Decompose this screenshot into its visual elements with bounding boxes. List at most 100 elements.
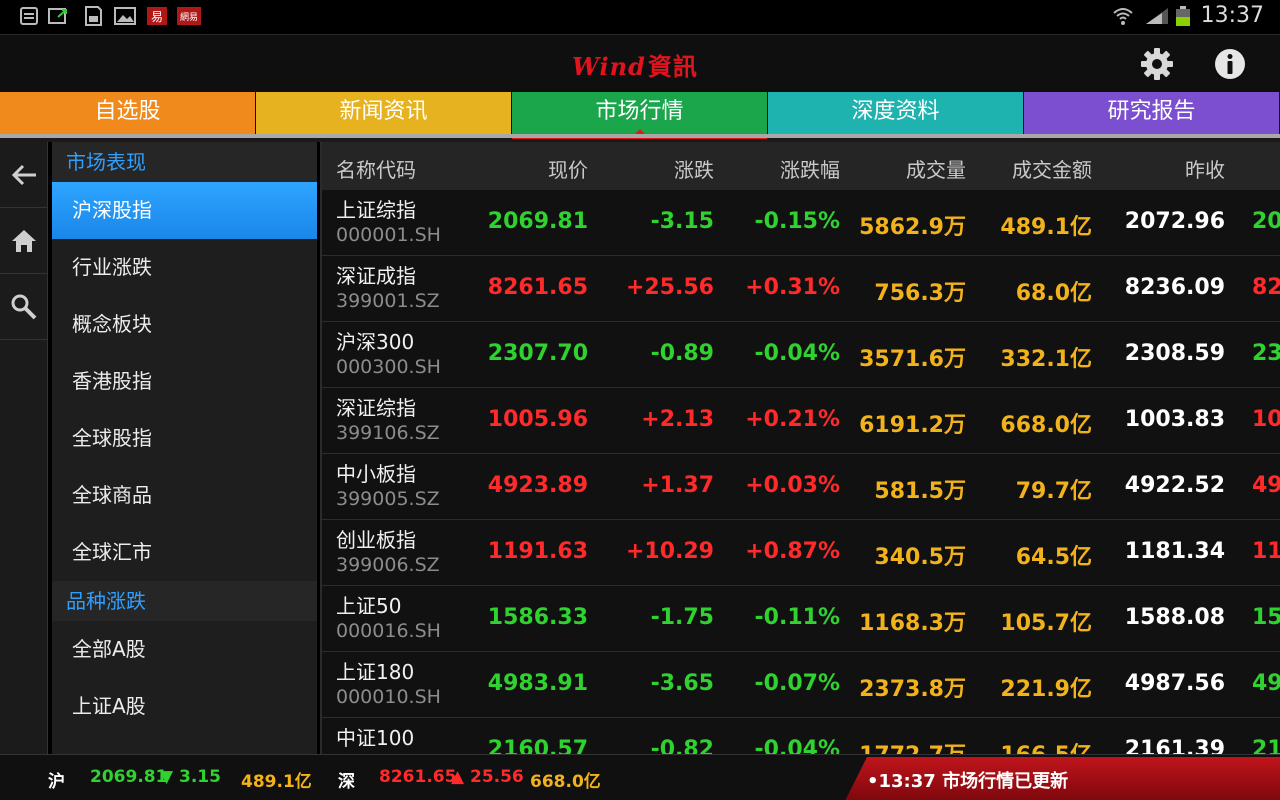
index-code: 399001.SZ <box>336 290 440 312</box>
cell-extra-clipped: 49 <box>1252 671 1280 696</box>
sidebar-item-concept[interactable]: 概念板块 <box>52 296 317 353</box>
tab-watchlist[interactable]: 自选股 <box>0 92 256 134</box>
cell-volume: 6191.2万 <box>859 413 966 438</box>
app-header: Wind資訊 <box>0 34 1280 92</box>
cell-extra-clipped: 10 <box>1252 407 1280 432</box>
table-row[interactable]: 中小板指 399005.SZ 4923.89 +1.37 +0.03% 581.5万 79.… <box>322 454 1280 520</box>
cell-change: +2.13 <box>641 407 714 432</box>
sidebar-item-hs-indexes[interactable]: 沪深股指 <box>52 182 317 239</box>
index-name: 深证综指 <box>336 396 416 420</box>
index-name: 上证180 <box>336 660 415 684</box>
table-header: 名称代码 现价 涨跌 涨跌幅 成交量 成交金额 昨收 <box>322 142 1280 190</box>
table-row[interactable]: 深证综指 399106.SZ 1005.96 +2.13 +0.21% 6191.2万 66… <box>322 388 1280 454</box>
sidebar-item-all-a-shares[interactable]: 全部A股 <box>52 621 317 678</box>
index-code: 000001.SH <box>336 224 441 246</box>
cell-volume: 340.5万 <box>874 545 966 570</box>
cell-pct: -0.11% <box>754 605 840 630</box>
cell-prev: 1181.34 <box>1124 539 1225 564</box>
tab-research-reports[interactable]: 研究报告 <box>1024 92 1280 134</box>
cell-pct: +0.31% <box>745 275 840 300</box>
sidebar-item-global-indexes[interactable]: 全球股指 <box>52 410 317 467</box>
col-price[interactable]: 现价 <box>548 154 588 183</box>
cell-price: 4983.91 <box>487 671 588 696</box>
cell-extra-clipped: 23 <box>1252 341 1280 366</box>
quotes-table: 名称代码 现价 涨跌 涨跌幅 成交量 成交金额 昨收 上证综指 000001.SH… <box>320 142 1280 754</box>
table-row[interactable]: 上证综指 000001.SH 2069.81 -3.15 -0.15% 5862.9万 48… <box>322 190 1280 256</box>
ticker-sh-label: 沪 <box>48 772 65 792</box>
cell-amount: 64.5亿 <box>1015 545 1092 570</box>
cell-volume: 581.5万 <box>874 479 966 504</box>
cell-change: +25.56 <box>625 275 714 300</box>
settings-gear-icon[interactable] <box>1139 46 1175 82</box>
index-code: 399106.SZ <box>336 422 440 444</box>
cell-price: 8261.65 <box>487 275 588 300</box>
cell-pct: -0.04% <box>754 737 840 754</box>
table-body: 上证综指 000001.SH 2069.81 -3.15 -0.15% 5862.9万 48… <box>322 190 1280 754</box>
cell-price: 4923.89 <box>487 473 588 498</box>
ticker-sh-change: ▼ 3.15 <box>160 767 221 787</box>
index-name: 创业板指 <box>336 528 416 552</box>
table-row[interactable]: 上证180 000010.SH 4983.91 -3.65 -0.07% 2373.8万 2… <box>322 652 1280 718</box>
section-variety-movers: 品种涨跌 <box>52 581 317 621</box>
index-ticker-bar: 沪 2069.81 ▼ 3.15 489.1亿 深 8261.65 ▲ 25.5… <box>0 754 1280 800</box>
status-bar: 易 網易 13:37 <box>0 0 1280 34</box>
cell-price: 1005.96 <box>487 407 588 432</box>
cell-price: 2160.57 <box>487 737 588 754</box>
cell-extra-clipped: 21 <box>1252 737 1280 754</box>
cell-pct: +0.21% <box>745 407 840 432</box>
cell-price: 2307.70 <box>487 341 588 366</box>
battery-icon <box>1176 6 1190 26</box>
logo-text-cn: 資訊 <box>647 52 698 81</box>
back-button[interactable] <box>0 142 48 208</box>
cell-amount: 79.7亿 <box>1015 479 1092 504</box>
cell-prev: 8236.09 <box>1124 275 1225 300</box>
ticker-sz-price: 8261.65 <box>379 767 457 787</box>
image-icon <box>114 7 136 25</box>
home-button[interactable] <box>0 208 48 274</box>
tab-news[interactable]: 新闻资讯 <box>256 92 512 134</box>
cell-volume: 1772.7万 <box>859 737 966 754</box>
sidebar-item-global-fx[interactable]: 全球汇市 <box>52 524 317 581</box>
cell-amount: 166.5亿 <box>1000 737 1092 754</box>
wind-logo: Wind資訊 <box>572 47 698 82</box>
logo-text-en: Wind <box>572 52 646 81</box>
sidebar-item-industry[interactable]: 行业涨跌 <box>52 239 317 296</box>
sidebar-item-sh-a-shares[interactable]: 上证A股 <box>52 678 317 735</box>
tab-underline <box>0 134 1280 138</box>
col-change-pct[interactable]: 涨跌幅 <box>780 154 840 183</box>
col-amount[interactable]: 成交金额 <box>1012 154 1092 183</box>
cell-price: 2069.81 <box>487 209 588 234</box>
table-row[interactable]: 创业板指 399006.SZ 1191.63 +10.29 +0.87% 340.5万 64… <box>322 520 1280 586</box>
cell-extra-clipped: 82 <box>1252 275 1280 300</box>
sidebar-item-global-commodities[interactable]: 全球商品 <box>52 467 317 524</box>
col-volume[interactable]: 成交量 <box>906 154 966 183</box>
col-change[interactable]: 涨跌 <box>674 154 714 183</box>
table-row[interactable]: 中证100 2160.57 -0.82 -0.04% 1772.7万 166.5亿 2161… <box>322 718 1280 754</box>
cell-amount: 68.0亿 <box>1015 281 1092 306</box>
svg-text:網易: 網易 <box>180 11 198 23</box>
update-notice[interactable]: •13:37 市场行情已更新 <box>845 757 1280 800</box>
cell-change: -0.82 <box>650 737 714 754</box>
cell-volume: 5862.9万 <box>859 215 966 240</box>
table-row[interactable]: 上证50 000016.SH 1586.33 -1.75 -0.11% 1168.3万 10… <box>322 586 1280 652</box>
sidebar-item-hk-indexes[interactable]: 香港股指 <box>52 353 317 410</box>
cell-change: -1.75 <box>650 605 714 630</box>
tab-market-quotes[interactable]: 市场行情 <box>512 92 768 139</box>
wifi-icon <box>1113 8 1133 25</box>
section-market-performance: 市场表现 <box>52 142 317 182</box>
ticker-sh-price: 2069.81 <box>90 767 168 787</box>
cell-amount: 489.1亿 <box>1000 215 1092 240</box>
table-row[interactable]: 沪深300 000300.SH 2307.70 -0.89 -0.04% 3571.6万 3… <box>322 322 1280 388</box>
cell-amount: 221.9亿 <box>1000 677 1092 702</box>
tab-in-depth-data[interactable]: 深度资料 <box>768 92 1024 134</box>
nav-rail <box>0 142 48 754</box>
col-name-code[interactable]: 名称代码 <box>336 154 416 183</box>
search-button[interactable] <box>0 274 48 340</box>
cell-volume: 1168.3万 <box>859 611 966 636</box>
col-prev-close[interactable]: 昨收 <box>1185 154 1225 183</box>
info-icon[interactable] <box>1212 46 1248 82</box>
table-row[interactable]: 深证成指 399001.SZ 8261.65 +25.56 +0.31% 756.3万 68… <box>322 256 1280 322</box>
main-tabs: 自选股 新闻资讯 市场行情 深度资料 研究报告 <box>0 92 1280 142</box>
cell-extra-clipped: 15 <box>1252 605 1280 630</box>
cell-change: -0.89 <box>650 341 714 366</box>
